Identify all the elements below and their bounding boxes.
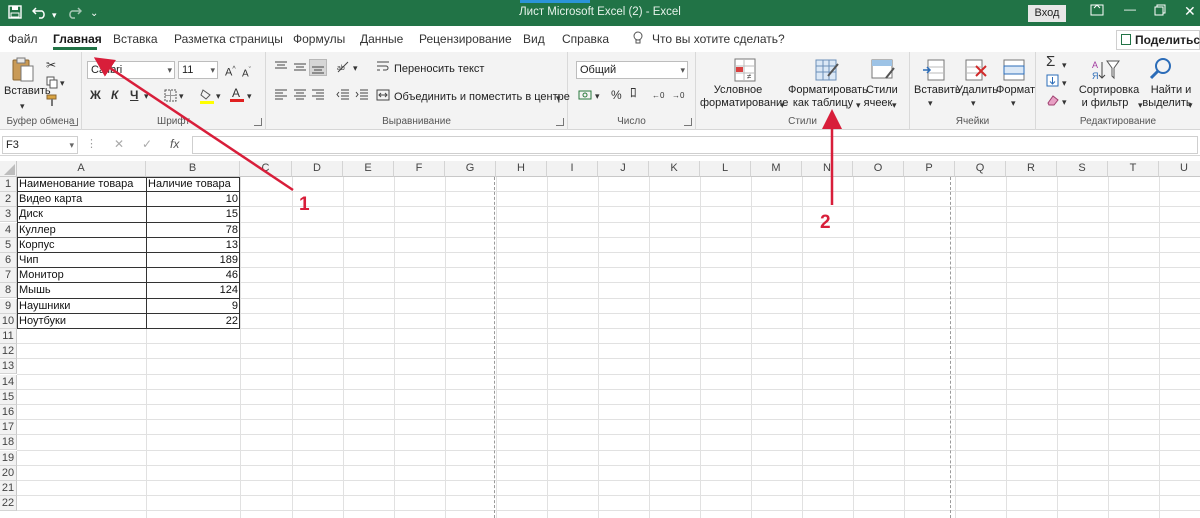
- excel-window: ▾ ⌄ Лист Microsoft Excel (2) - Excel Вхо…: [0, 0, 1200, 518]
- annotation-2: 2: [820, 212, 831, 233]
- arrow-1: [93, 57, 294, 192]
- annotation-arrows: [93, 57, 842, 205]
- annotation-1: 1: [299, 194, 310, 215]
